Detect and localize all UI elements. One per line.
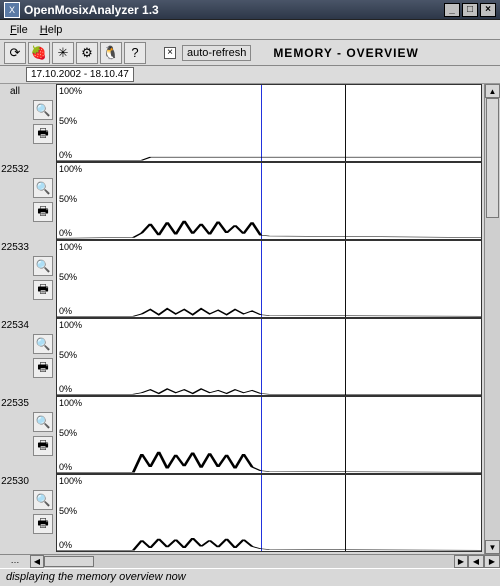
printer-icon[interactable]: 🖶: [33, 436, 53, 456]
magnify-icon[interactable]: 🔍: [33, 100, 53, 120]
section-title: MEMORY - OVERVIEW: [273, 46, 418, 60]
scroll-up-icon[interactable]: ▲: [485, 84, 500, 98]
penguin-icon[interactable]: 🐧: [100, 42, 122, 64]
vertical-scrollbar[interactable]: ▲ ▼: [484, 84, 500, 554]
scroll-left-icon[interactable]: ◀: [30, 555, 44, 568]
magnify-icon[interactable]: 🔍: [33, 256, 53, 276]
charts-column: all 🔍 🖶 100% 50% 0% 22532 🔍 🖶 100%: [0, 84, 484, 554]
auto-refresh-checkbox[interactable]: ×: [164, 47, 176, 59]
chart-row: all 🔍 🖶 100% 50% 0%: [0, 84, 484, 162]
sub-toolbar: 17.10.2002 - 18.10.47: [0, 66, 500, 84]
menu-file[interactable]: File: [4, 22, 34, 38]
chart-row: 22530 🔍 🖶 100% 50% 0%: [0, 474, 484, 552]
row-tools: 🔍 🖶: [30, 474, 56, 552]
chart-row: 22534 🔍 🖶 100% 50% 0%: [0, 318, 484, 396]
network-icon[interactable]: ✳: [52, 42, 74, 64]
row-tools: 🔍 🖶: [30, 84, 56, 162]
row-id-label: 22532: [0, 162, 30, 240]
strawberry-icon[interactable]: 🍓: [28, 42, 50, 64]
hscroll-track[interactable]: [44, 555, 454, 568]
chart-22535: 100% 50% 0%: [56, 396, 482, 474]
scroll-down-icon[interactable]: ▼: [485, 540, 500, 554]
chart-22530: 100% 50% 0%: [56, 474, 482, 552]
row-tools: 🔍 🖶: [30, 162, 56, 240]
magnify-icon[interactable]: 🔍: [33, 334, 53, 354]
printer-icon[interactable]: 🖶: [33, 514, 53, 534]
status-bar: displaying the memory overview now: [0, 568, 500, 586]
chart-all: 100% 50% 0%: [56, 84, 482, 162]
row-id-label: 22534: [0, 318, 30, 396]
chart-22534: 100% 50% 0%: [56, 318, 482, 396]
printer-icon[interactable]: 🖶: [33, 202, 53, 222]
chart-row: 22532 🔍 🖶 100% 50% 0%: [0, 162, 484, 240]
toolbar: ⟳ 🍓 ✳ ⚙ 🐧 ? × auto-refresh MEMORY - OVER…: [0, 40, 500, 66]
row-tools: 🔍 🖶: [30, 396, 56, 474]
printer-icon[interactable]: 🖶: [33, 280, 53, 300]
auto-refresh-label: auto-refresh: [182, 45, 251, 61]
help-icon[interactable]: ?: [124, 42, 146, 64]
close-button[interactable]: ×: [480, 3, 496, 17]
printer-icon[interactable]: 🖶: [33, 358, 53, 378]
row-id-label: all: [0, 84, 30, 162]
row-tools: 🔍 🖶: [30, 318, 56, 396]
minimize-button[interactable]: _: [444, 3, 460, 17]
chart-row: 22533 🔍 🖶 100% 50% 0%: [0, 240, 484, 318]
scroll-thumb[interactable]: [486, 98, 499, 218]
scroll-left-icon-2[interactable]: ◀: [468, 555, 484, 568]
row-id-label: 22535: [0, 396, 30, 474]
scroll-right-icon[interactable]: ▶: [454, 555, 468, 568]
scroll-right-icon-2[interactable]: ▶: [484, 555, 500, 568]
chart-22533: 100% 50% 0%: [56, 240, 482, 318]
chart-22532: 100% 50% 0%: [56, 162, 482, 240]
row-id-label: 22530: [0, 474, 30, 552]
hscroll-thumb[interactable]: [44, 556, 94, 567]
hscroll-corner: …: [0, 555, 30, 568]
menu-help[interactable]: Help: [34, 22, 69, 38]
date-range-label: 17.10.2002 - 18.10.47: [26, 67, 134, 82]
printer-icon[interactable]: 🖶: [33, 124, 53, 144]
magnify-icon[interactable]: 🔍: [33, 490, 53, 510]
gear-icon[interactable]: ⚙: [76, 42, 98, 64]
titlebar: X OpenMosixAnalyzer 1.3 _ □ ×: [0, 0, 500, 20]
content-area: all 🔍 🖶 100% 50% 0% 22532 🔍 🖶 100%: [0, 84, 500, 554]
horizontal-scrollbar[interactable]: … ◀ ▶ ◀ ▶: [0, 554, 500, 568]
menubar: File Help: [0, 20, 500, 40]
row-tools: 🔍 🖶: [30, 240, 56, 318]
chart-row: 22535 🔍 🖶 100% 50% 0%: [0, 396, 484, 474]
window-title: OpenMosixAnalyzer 1.3: [24, 3, 442, 17]
magnify-icon[interactable]: 🔍: [33, 412, 53, 432]
maximize-button[interactable]: □: [462, 3, 478, 17]
reload-icon[interactable]: ⟳: [4, 42, 26, 64]
magnify-icon[interactable]: 🔍: [33, 178, 53, 198]
app-icon: X: [4, 2, 20, 18]
row-id-label: 22533: [0, 240, 30, 318]
